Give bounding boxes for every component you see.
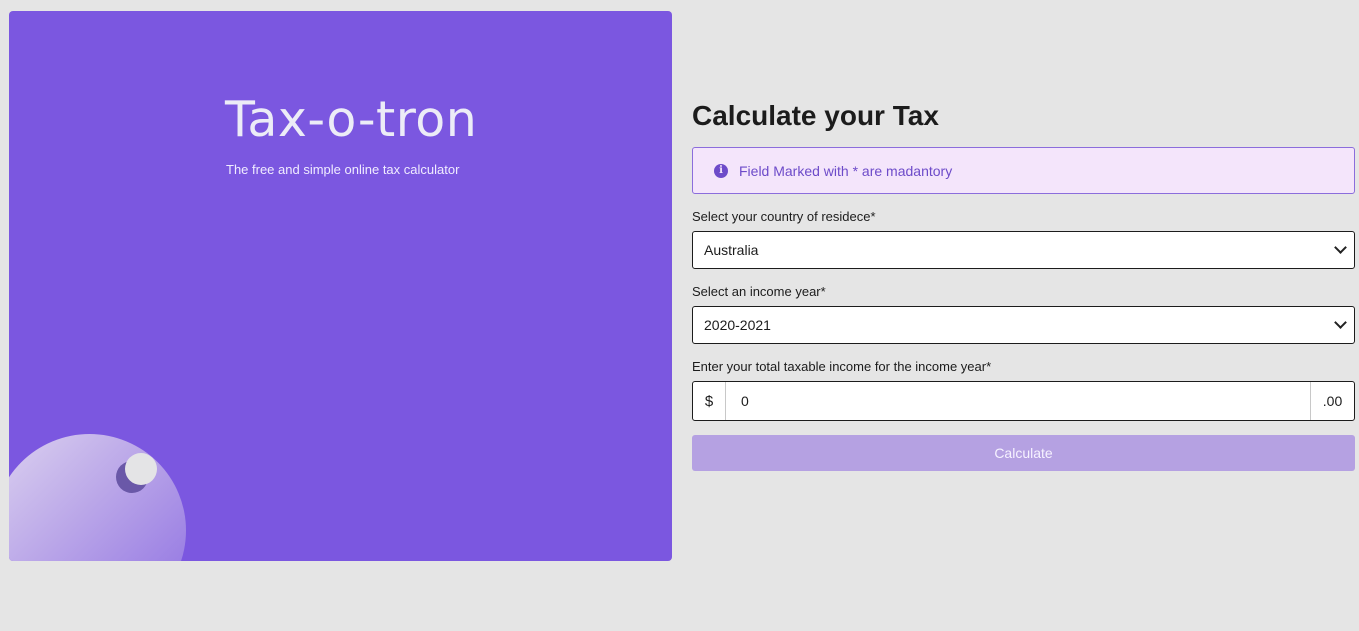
income-label: Enter your total taxable income for the … <box>692 359 992 374</box>
decorative-dot <box>125 453 157 485</box>
country-label: Select your country of residece* <box>692 209 876 224</box>
calculate-button[interactable]: Calculate <box>692 435 1355 471</box>
year-select[interactable]: 2020-2021 <box>692 306 1355 344</box>
year-label: Select an income year* <box>692 284 826 299</box>
currency-prefix: $ <box>693 382 726 420</box>
country-value: Australia <box>704 242 759 258</box>
chevron-down-icon <box>1334 316 1347 329</box>
form-title: Calculate your Tax <box>692 100 939 131</box>
income-input[interactable]: 0 <box>726 382 1310 420</box>
mandatory-notice: i Field Marked with * are madantory <box>692 147 1355 194</box>
info-icon: i <box>714 163 728 178</box>
cents-suffix: .00 <box>1310 382 1354 420</box>
hero-panel: Tax-o-tron The free and simple online ta… <box>9 11 672 561</box>
notice-text: Field Marked with * are madantory <box>739 162 953 179</box>
year-value: 2020-2021 <box>704 317 771 333</box>
decorative-blob <box>9 434 186 561</box>
income-input-group: $ 0 .00 <box>692 381 1355 421</box>
country-select[interactable]: Australia <box>692 231 1355 269</box>
chevron-down-icon <box>1334 241 1347 254</box>
tax-form: Calculate your Tax i Field Marked with *… <box>692 96 1355 471</box>
app-title: Tax-o-tron <box>225 91 478 148</box>
app-subtitle: The free and simple online tax calculato… <box>226 162 460 177</box>
